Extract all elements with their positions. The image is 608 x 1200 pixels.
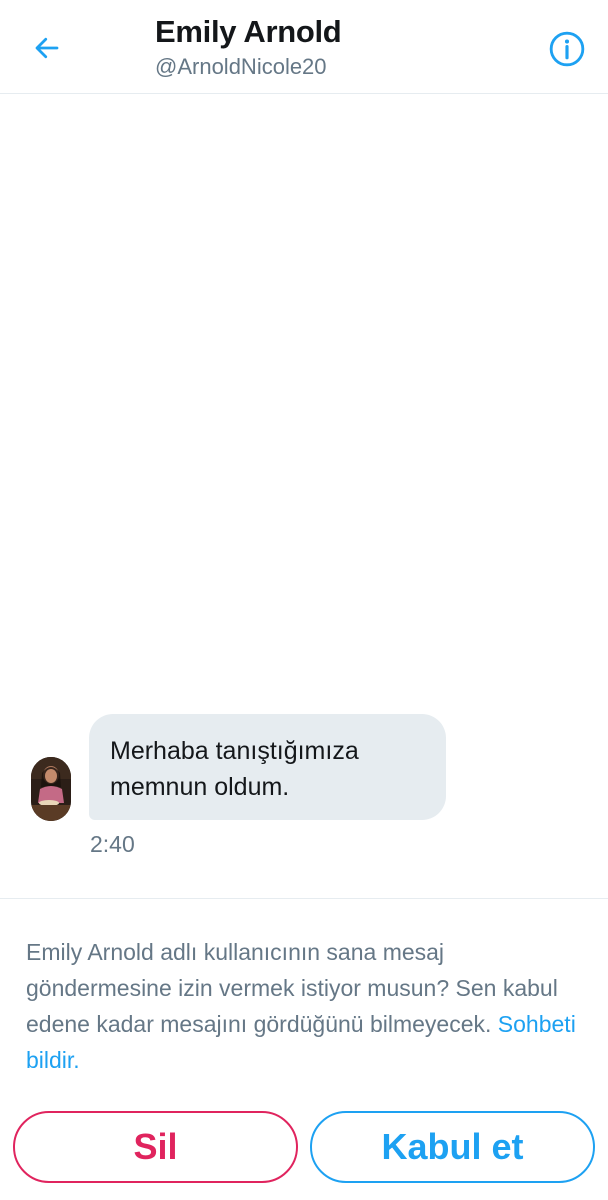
info-icon [549,31,585,67]
divider [0,898,608,899]
delete-button[interactable]: Sil [13,1111,298,1183]
contact-handle: @ArnoldNicole20 [155,54,327,79]
back-button[interactable] [22,26,72,70]
accept-button[interactable]: Kabul et [310,1111,595,1183]
message-bubble[interactable]: Merhaba tanıştığımıza memnun oldum. [89,714,446,820]
message-request-prompt: Emily Arnold adlı kullanıcının sana mesa… [26,934,588,1078]
message-text: Merhaba tanıştığımıza memnun oldum. [110,737,359,801]
conversation-header: Emily Arnold @ArnoldNicole20 [0,0,608,94]
message-timestamp: 2:40 [90,831,135,857]
prompt-text: Emily Arnold adlı kullanıcının sana mesa… [26,939,558,1037]
info-button[interactable] [544,26,590,72]
contact-info[interactable]: Emily Arnold @ArnoldNicole20 [155,12,342,81]
contact-name: Emily Arnold [155,14,342,49]
arrow-left-icon [35,37,59,59]
avatar[interactable] [31,757,71,821]
